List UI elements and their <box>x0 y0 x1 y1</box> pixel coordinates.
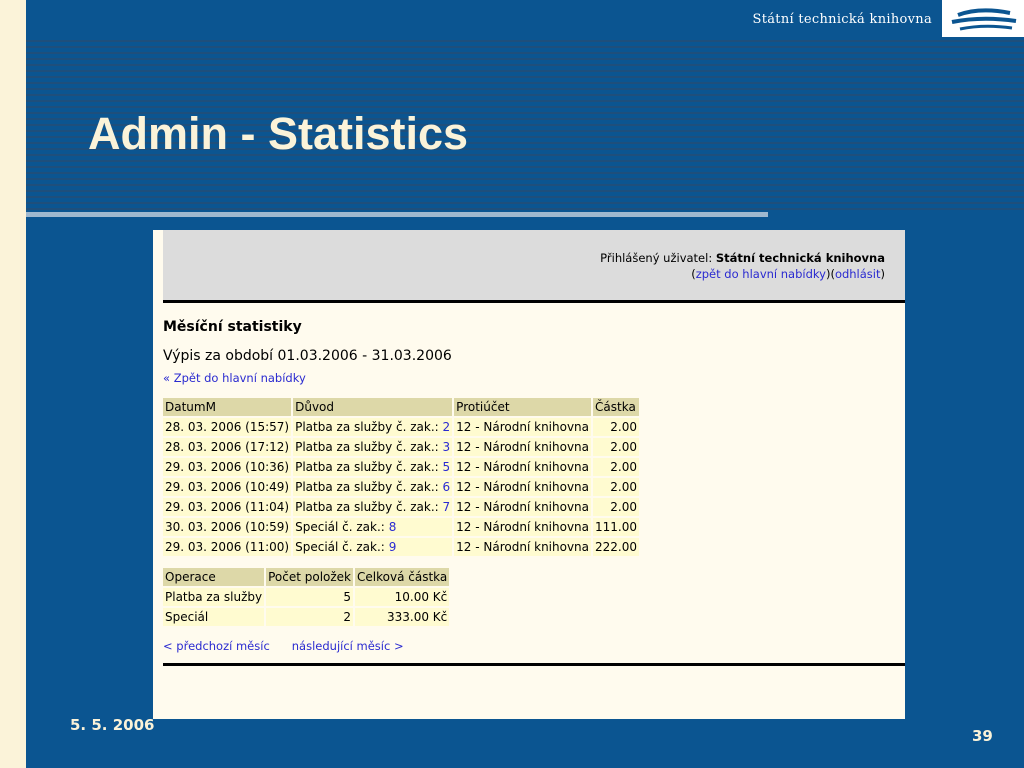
date-cell: 29. 03. 2006 (10:36) <box>163 458 292 476</box>
organization-name: Státní technická knihovna <box>752 12 932 27</box>
logged-user-name: Státní technická knihovna <box>715 251 885 265</box>
total-cell: 333.00 Kč <box>355 608 450 626</box>
column-header-reason: Důvod <box>293 398 453 416</box>
reason-text: Platba za služby č. zak.: <box>295 500 439 514</box>
date-cell: 29. 03. 2006 (11:04) <box>163 498 292 516</box>
nav-paren-between: )( <box>825 267 835 281</box>
slide-date: 5. 5. 2006 <box>70 716 155 734</box>
table-header-row: Operace Počet položek Celková částka <box>163 568 450 586</box>
amount-cell: 222.00 <box>593 538 640 556</box>
order-link[interactable]: 5 <box>443 460 451 474</box>
reason-cell: Platba za služby č. zak.: 6 <box>293 478 453 496</box>
order-link[interactable]: 8 <box>389 520 397 534</box>
table-row: 29. 03. 2006 (10:49) Platba za služby č.… <box>163 478 640 496</box>
column-header-amount: Částka <box>593 398 640 416</box>
date-cell: 28. 03. 2006 (15:57) <box>163 418 292 436</box>
month-pager: < předchozí měsíc následující měsíc > <box>163 639 404 653</box>
reason-cell: Speciál č. zak.: 8 <box>293 518 453 536</box>
table-header-row: DatumM Důvod Protiúčet Částka <box>163 398 640 416</box>
summary-table: Operace Počet položek Celková částka Pla… <box>161 566 451 628</box>
date-cell: 28. 03. 2006 (17:12) <box>163 438 292 456</box>
table-row: 28. 03. 2006 (17:12) Platba za služby č.… <box>163 438 640 456</box>
reason-cell: Speciál č. zak.: 9 <box>293 538 453 556</box>
count-cell: 5 <box>266 588 354 606</box>
total-cell: 10.00 Kč <box>355 588 450 606</box>
logout-link[interactable]: odhlásit <box>835 267 881 281</box>
order-link[interactable]: 3 <box>443 440 451 454</box>
back-to-main-link[interactable]: « Zpět do hlavní nabídky <box>163 371 306 385</box>
transactions-table: DatumM Důvod Protiúčet Částka 28. 03. 20… <box>161 396 641 558</box>
reason-text: Platba za služby č. zak.: <box>295 440 439 454</box>
amount-cell: 2.00 <box>593 478 640 496</box>
table-row: 28. 03. 2006 (15:57) Platba za služby č.… <box>163 418 640 436</box>
account-cell: 12 - Národní knihovna <box>454 458 592 476</box>
reason-text: Platba za služby č. zak.: <box>295 460 439 474</box>
account-cell: 12 - Národní knihovna <box>454 418 592 436</box>
app-header <box>163 230 905 300</box>
date-cell: 29. 03. 2006 (10:49) <box>163 478 292 496</box>
stk-logo-icon <box>951 8 1017 31</box>
table-row: 29. 03. 2006 (10:36) Platba za služby č.… <box>163 458 640 476</box>
reason-text: Speciál č. zak.: <box>295 520 385 534</box>
back-to-main-menu-link[interactable]: zpět do hlavní nabídky <box>696 267 826 281</box>
monthly-statistics-heading: Měsíční statistiky <box>163 319 302 335</box>
account-cell: 12 - Národní knihovna <box>454 518 592 536</box>
next-month-link[interactable]: následující měsíc > <box>292 639 404 653</box>
column-header-count: Počet položek <box>266 568 354 586</box>
previous-month-link[interactable]: < předchozí měsíc <box>163 639 270 653</box>
amount-cell: 2.00 <box>593 458 640 476</box>
order-link[interactable]: 7 <box>443 500 451 514</box>
user-nav-links: (zpět do hlavní nabídky)(odhlásit) <box>691 267 885 281</box>
title-underline <box>26 212 768 217</box>
reason-text: Speciál č. zak.: <box>295 540 385 554</box>
date-cell: 29. 03. 2006 (11:00) <box>163 538 292 556</box>
table-row: 30. 03. 2006 (10:59) Speciál č. zak.: 8 … <box>163 518 640 536</box>
table-row: Platba za služby 5 10.00 Kč <box>163 588 450 606</box>
table-row: 29. 03. 2006 (11:04) Platba za služby č.… <box>163 498 640 516</box>
order-link[interactable]: 6 <box>443 480 451 494</box>
reason-text: Platba za služby č. zak.: <box>295 420 439 434</box>
left-margin-strip <box>0 0 26 768</box>
account-cell: 12 - Národní knihovna <box>454 498 592 516</box>
reason-cell: Platba za služby č. zak.: 2 <box>293 418 453 436</box>
table-row: 29. 03. 2006 (11:00) Speciál č. zak.: 9 … <box>163 538 640 556</box>
count-cell: 2 <box>266 608 354 626</box>
account-cell: 12 - Národní knihovna <box>454 538 592 556</box>
date-cell: 30. 03. 2006 (10:59) <box>163 518 292 536</box>
column-header-total: Celková částka <box>355 568 450 586</box>
reason-cell: Platba za služby č. zak.: 7 <box>293 498 453 516</box>
period-text: Výpis za období 01.03.2006 - 31.03.2006 <box>163 348 452 364</box>
slide-title: Admin - Statistics <box>88 108 469 159</box>
reason-cell: Platba za služby č. zak.: 5 <box>293 458 453 476</box>
app-screenshot: Přihlášený uživatel: Státní technická kn… <box>153 230 905 719</box>
amount-cell: 2.00 <box>593 418 640 436</box>
column-header-operation: Operace <box>163 568 265 586</box>
nav-paren-close: ) <box>880 267 886 281</box>
account-cell: 12 - Národní knihovna <box>454 478 592 496</box>
account-cell: 12 - Národní knihovna <box>454 438 592 456</box>
reason-cell: Platba za služby č. zak.: 3 <box>293 438 453 456</box>
order-link[interactable]: 9 <box>389 540 397 554</box>
table-row: Speciál 2 333.00 Kč <box>163 608 450 626</box>
amount-cell: 111.00 <box>593 518 640 536</box>
column-header-account: Protiúčet <box>454 398 592 416</box>
logged-user-label: Přihlášený uživatel: <box>600 251 713 265</box>
slide-page-number: 39 <box>972 727 993 745</box>
amount-cell: 2.00 <box>593 438 640 456</box>
order-link[interactable]: 2 <box>443 420 451 434</box>
operation-cell: Platba za služby <box>163 588 265 606</box>
footer-divider <box>163 663 905 666</box>
header-divider <box>163 300 905 303</box>
column-header-date: DatumM <box>163 398 292 416</box>
amount-cell: 2.00 <box>593 498 640 516</box>
operation-cell: Speciál <box>163 608 265 626</box>
logged-user-line: Přihlášený uživatel: Státní technická kn… <box>600 251 885 265</box>
reason-text: Platba za služby č. zak.: <box>295 480 439 494</box>
